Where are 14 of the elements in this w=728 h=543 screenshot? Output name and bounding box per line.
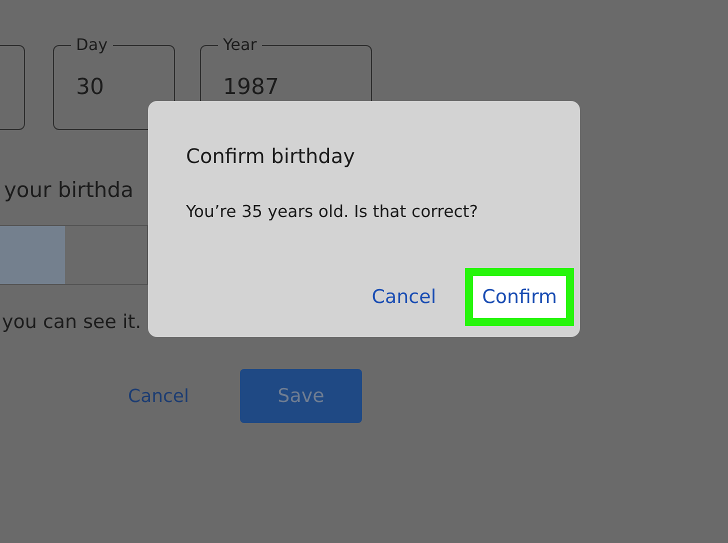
field-value: 1987 xyxy=(223,75,279,100)
input-field[interactable]: Day 30 xyxy=(53,35,175,130)
dialog-message: You’re 35 years old. Is that correct? xyxy=(186,201,480,223)
field-value: 30 xyxy=(76,75,104,100)
cancel-button[interactable]: Cancel xyxy=(128,382,189,410)
option-box[interactable] xyxy=(0,225,148,285)
field-label: Day xyxy=(71,35,113,55)
save-button[interactable]: Save xyxy=(240,369,362,423)
cancel-button[interactable]: Cancel xyxy=(354,268,454,326)
confirm-button[interactable]: Confirm xyxy=(465,268,574,326)
note-text: you can see it. xyxy=(2,310,142,335)
prompt-text: your birthda xyxy=(4,177,134,204)
input-field[interactable]: Year 1987 xyxy=(200,35,372,130)
dialog-title: Confirm birthday xyxy=(186,143,356,170)
